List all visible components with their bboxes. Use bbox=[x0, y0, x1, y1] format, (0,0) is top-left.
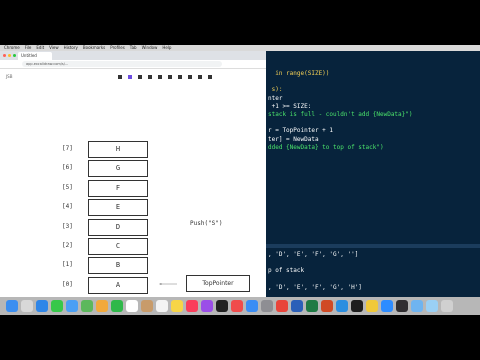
arrow-tool-icon[interactable] bbox=[168, 75, 172, 79]
safari-icon[interactable] bbox=[36, 300, 48, 312]
stack-slot: E bbox=[88, 199, 148, 217]
appstore-icon[interactable] bbox=[246, 300, 258, 312]
stack-slot: H bbox=[88, 141, 148, 158]
terminal-line: p of stack bbox=[268, 267, 305, 275]
ellipse-tool-icon[interactable] bbox=[158, 75, 162, 79]
photos-icon[interactable] bbox=[96, 300, 108, 312]
drawing-tools bbox=[118, 73, 218, 81]
pen-tool-icon[interactable] bbox=[188, 75, 192, 79]
chrome-icon[interactable] bbox=[276, 300, 288, 312]
line-tool-icon[interactable] bbox=[178, 75, 182, 79]
notes-icon[interactable] bbox=[171, 300, 183, 312]
terminal-line: , 'D', 'E', 'F', 'G', ''] bbox=[268, 251, 359, 258]
preview-icon[interactable] bbox=[411, 300, 423, 312]
stack-slot: B bbox=[88, 257, 148, 275]
launchpad-icon[interactable] bbox=[21, 300, 33, 312]
lock-icon[interactable] bbox=[118, 75, 122, 79]
excel-icon[interactable] bbox=[306, 300, 318, 312]
podcasts-icon[interactable] bbox=[201, 300, 213, 312]
word-icon[interactable] bbox=[291, 300, 303, 312]
mail-icon[interactable] bbox=[66, 300, 78, 312]
stack-index: [3] bbox=[62, 222, 73, 230]
stack-index: [1] bbox=[62, 261, 73, 269]
diamond-tool-icon[interactable] bbox=[148, 75, 152, 79]
terminal-line: in range(SIZE)) bbox=[268, 70, 330, 77]
push-label: Push("S") bbox=[190, 220, 223, 227]
calendar-icon[interactable] bbox=[126, 300, 138, 312]
address-bar-row: app.excalidraw.com/s/... bbox=[0, 60, 268, 69]
settings-icon[interactable] bbox=[261, 300, 273, 312]
zoom-icon[interactable] bbox=[381, 300, 393, 312]
stack-index: [4] bbox=[62, 203, 73, 211]
stack-index: [0] bbox=[62, 280, 73, 288]
stack-slot: C bbox=[88, 238, 148, 255]
files-icon[interactable] bbox=[426, 300, 438, 312]
terminal-line: ter] = NewData bbox=[268, 135, 319, 143]
facetime-icon[interactable] bbox=[111, 300, 123, 312]
terminal-line: nter bbox=[268, 94, 283, 102]
top-pointer-arrow bbox=[158, 283, 177, 285]
terminal-icon[interactable] bbox=[351, 300, 363, 312]
stack-slot: F bbox=[88, 179, 148, 197]
messages-icon[interactable] bbox=[51, 300, 63, 312]
image-tool-icon[interactable] bbox=[208, 75, 212, 79]
terminal-line: r = TopPointer + 1 bbox=[268, 127, 334, 135]
reminders-icon[interactable] bbox=[156, 300, 168, 312]
stack-slot: A bbox=[88, 276, 148, 294]
url-field[interactable]: app.excalidraw.com/s/... bbox=[22, 61, 222, 67]
browser-tab[interactable]: Untitled bbox=[18, 52, 52, 60]
obs-icon[interactable] bbox=[396, 300, 408, 312]
maps-icon[interactable] bbox=[81, 300, 93, 312]
stack-index: [5] bbox=[62, 183, 73, 191]
whiteboard-canvas[interactable]: Push("S") TopPointer [7] H [6] G [5] F [4] E [3]… bbox=[0, 83, 268, 315]
terminal-line: stack is full - couldn't add {NewData}") bbox=[268, 111, 413, 118]
stack-slot: D bbox=[88, 218, 148, 236]
music-icon[interactable] bbox=[186, 300, 198, 312]
trash-icon[interactable] bbox=[441, 300, 453, 312]
terminal-line: +1 >= SIZE: bbox=[268, 102, 312, 110]
zoom-window-icon[interactable] bbox=[13, 54, 16, 57]
text-tool-icon[interactable] bbox=[198, 75, 202, 79]
stack-index: [7] bbox=[62, 145, 73, 152]
left-note: JSB bbox=[6, 74, 13, 79]
minimize-window-icon[interactable] bbox=[8, 54, 11, 57]
pane-divider[interactable] bbox=[266, 244, 480, 248]
powerpoint-icon[interactable] bbox=[321, 300, 333, 312]
stack-slot: G bbox=[88, 160, 148, 178]
terminal-line: , 'D', 'E', 'F', 'G', 'H'] bbox=[268, 283, 362, 291]
terminal-line: dded {NewData} to top of stack") bbox=[268, 143, 384, 151]
select-tool-icon[interactable] bbox=[128, 75, 132, 79]
stack-index: [2] bbox=[62, 242, 73, 249]
terminal-window[interactable]: in range(SIZE)) s): nter +1 >= SIZE: stack… bbox=[266, 51, 480, 315]
contacts-icon[interactable] bbox=[141, 300, 153, 312]
python-icon[interactable] bbox=[366, 300, 378, 312]
top-pointer-box: TopPointer bbox=[186, 275, 250, 292]
news-icon[interactable] bbox=[231, 300, 243, 312]
whiteboard-toolbar: JSB bbox=[0, 69, 268, 84]
browser-tab-bar: Untitled bbox=[0, 51, 268, 60]
finder-icon[interactable] bbox=[6, 300, 18, 312]
stack-index: [6] bbox=[62, 164, 73, 172]
dock bbox=[0, 297, 480, 315]
close-window-icon[interactable] bbox=[3, 54, 6, 57]
desktop-screen: Chrome File Edit View History Bookmarks Profil… bbox=[0, 45, 480, 315]
rectangle-tool-icon[interactable] bbox=[138, 75, 142, 79]
tv-icon[interactable] bbox=[216, 300, 228, 312]
vscode-icon[interactable] bbox=[336, 300, 348, 312]
terminal-line: s): bbox=[268, 86, 283, 94]
